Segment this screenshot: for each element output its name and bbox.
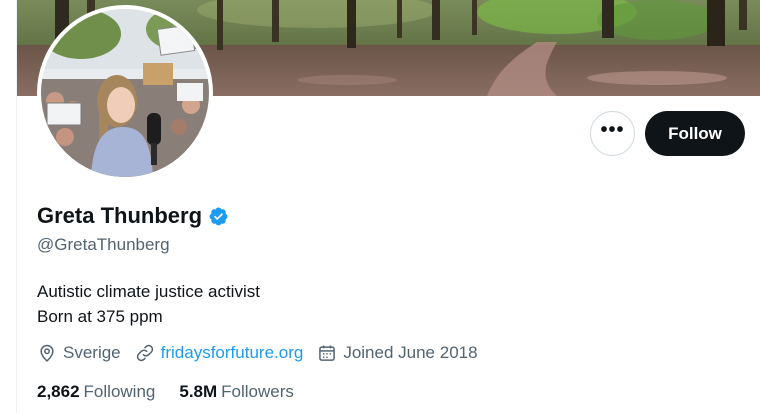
calendar-icon <box>319 345 336 361</box>
profile-bio: Autistic climate justice activist Born a… <box>37 279 260 329</box>
bio-line: Born at 375 ppm <box>37 307 163 326</box>
following-label: Following <box>83 382 156 401</box>
followers-label: Followers <box>221 382 294 401</box>
left-gutter <box>0 0 16 413</box>
more-options-icon: ••• <box>600 118 625 141</box>
joined-text: Joined June 2018 <box>343 343 478 362</box>
follow-counts: 2,862 Following 5.8M Followers <box>37 382 294 402</box>
avatar[interactable] <box>37 5 213 181</box>
link-icon <box>136 344 153 362</box>
joined-date: Joined June 2018 <box>317 343 478 363</box>
followers-link[interactable]: 5.8M Followers <box>179 382 294 402</box>
website[interactable]: fridaysforfuture.org <box>135 343 304 363</box>
following-link[interactable]: 2,862 Following <box>37 382 155 402</box>
user-handle: @GretaThunberg <box>37 235 170 254</box>
follow-button[interactable]: Follow <box>645 111 745 156</box>
profile-page: ••• Follow Greta Thunberg @GretaThunberg… <box>0 0 760 413</box>
display-name-text: Greta Thunberg <box>37 203 203 228</box>
followers-count: 5.8M <box>179 382 218 401</box>
bio-line: Autistic climate justice activist <box>37 282 260 301</box>
more-options-button[interactable]: ••• <box>590 111 635 156</box>
website-link[interactable]: fridaysforfuture.org <box>161 343 304 363</box>
location-text: Sverige <box>63 343 121 362</box>
avatar-photo <box>41 9 209 177</box>
location: Sverige <box>37 343 121 363</box>
follow-button-label: Follow <box>668 123 722 143</box>
profile-column: ••• Follow Greta Thunberg @GretaThunberg… <box>16 0 760 413</box>
display-name: Greta Thunberg <box>37 203 229 229</box>
following-count: 2,862 <box>37 382 80 401</box>
verified-badge-icon[interactable] <box>208 206 229 227</box>
profile-meta: Sverige fridaysforfuture.org Joined June… <box>37 342 478 364</box>
location-pin-icon <box>40 344 54 362</box>
